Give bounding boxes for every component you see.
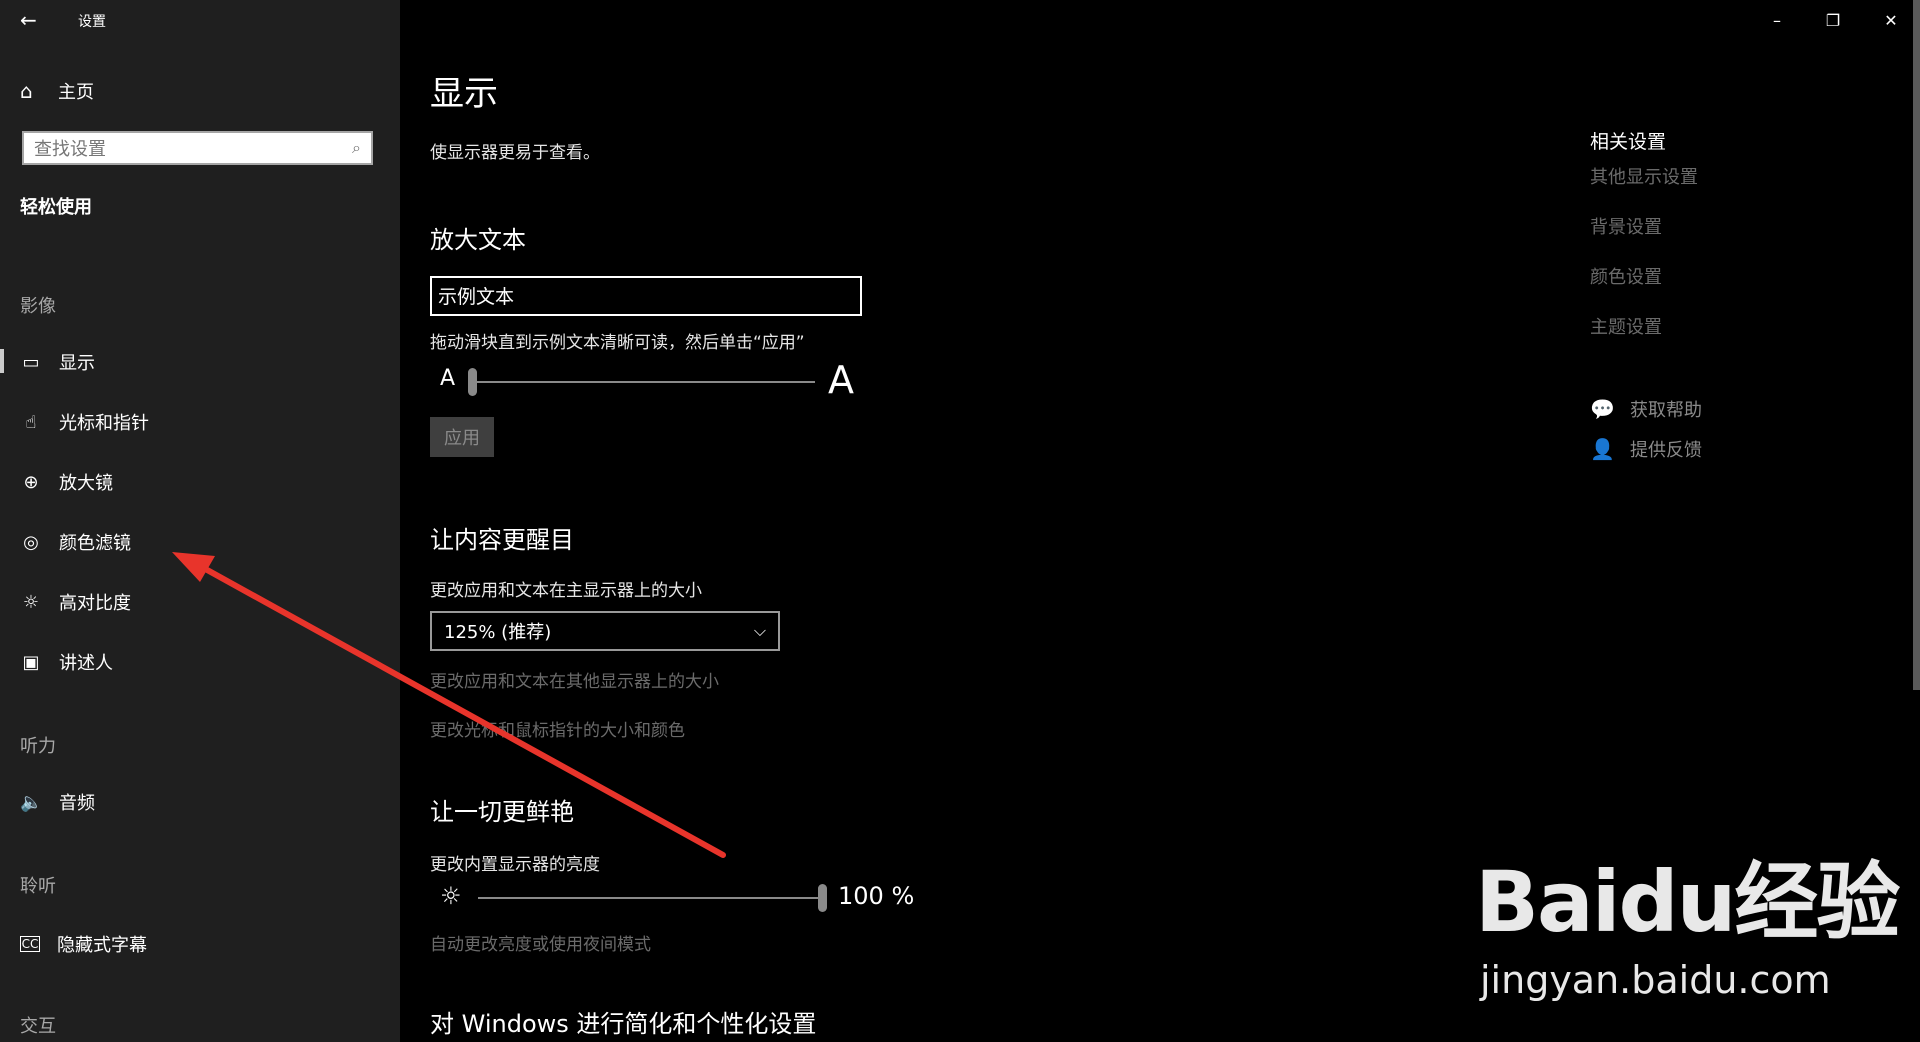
watermark-url: jingyan.baidu.com (1480, 958, 1831, 1002)
baidu-logo-watermark: Baidu经验 (1475, 853, 1900, 951)
